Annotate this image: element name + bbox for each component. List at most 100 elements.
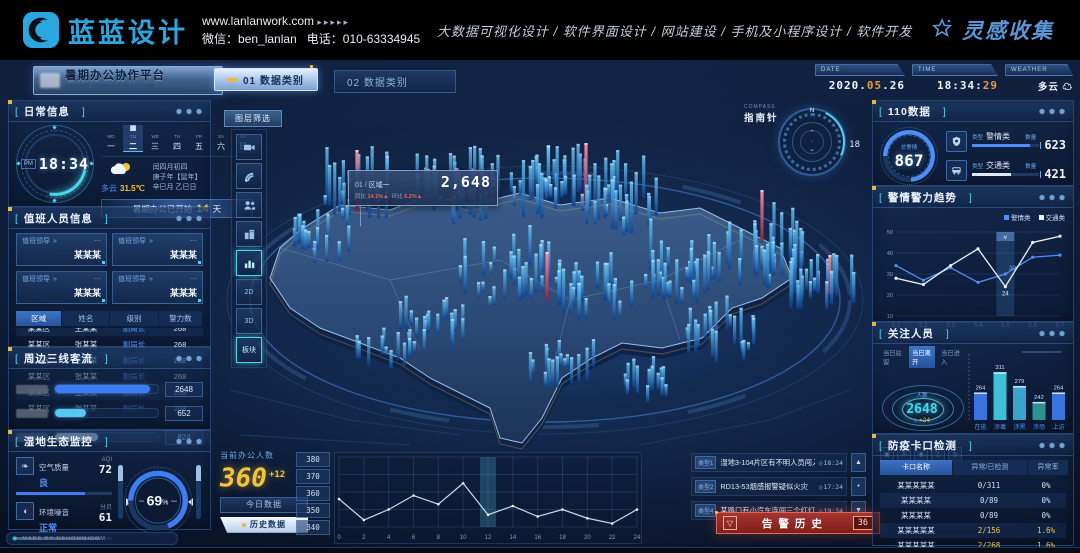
compass-dial[interactable]: N ⌃·⌄: [778, 108, 846, 176]
svg-text:10: 10: [887, 314, 893, 320]
svg-text:50: 50: [887, 230, 893, 236]
checkpoint-row[interactable]: 某某某某 0/89 0%: [880, 508, 1066, 523]
checkpoint-row[interactable]: 某某某某某 2/156 1.6%: [880, 523, 1066, 538]
checkpoint-row[interactable]: 某某某某某 0/311 0%: [880, 478, 1066, 493]
dashboard-title-plate: 暑期办公协作平台 SUMMER WORKING PLATFORM: [33, 66, 223, 95]
bus-icon: [946, 160, 967, 181]
focus-tab[interactable]: 当日驻留: [880, 346, 906, 368]
flow-value: 652: [165, 406, 203, 421]
legend-item[interactable]: 警情类: [1004, 212, 1031, 222]
star-icon: [929, 17, 955, 43]
svg-text:涉毒: 涉毒: [994, 423, 1006, 431]
layer-button-people[interactable]: [236, 192, 262, 218]
leaf-icon: ❧: [16, 457, 34, 475]
checkpoint-table: 卡口名称异常/已检测异常率 某某某某某 0/311 0% 某某某某 0/89 0…: [873, 456, 1073, 553]
time-seconds: 29: [983, 79, 998, 92]
corner-accent: [8, 100, 12, 104]
screenshot-root: { "header": { "logo": "蓝蓝设计", "website":…: [0, 0, 1080, 553]
panel-window-controls[interactable]: [1039, 330, 1067, 337]
svg-text:6: 6: [412, 535, 416, 541]
alarm-type-row: 类型交通类 数量 421: [946, 160, 1066, 181]
duty-card[interactable]: 值班领导»⋯ 某某某: [16, 271, 107, 304]
collect-label: 灵感收集: [962, 15, 1054, 45]
scroll-dot-button[interactable]: •: [851, 477, 866, 496]
panel-window-controls[interactable]: [1039, 194, 1067, 201]
corner-accent: [8, 207, 12, 211]
history-data-button[interactable]: 历史数据: [220, 517, 308, 533]
layer-filter-buttons: 2D 3D 板块: [231, 129, 267, 368]
slider-right[interactable]: [196, 465, 201, 519]
inspiration-collect[interactable]: 灵感收集: [929, 15, 1054, 45]
layer-button-building[interactable]: [236, 221, 262, 247]
weather-value: 多云: [1038, 82, 1059, 93]
alert-scroll-controls: ▲ • ▼: [851, 453, 866, 520]
noise-value: 61: [99, 511, 112, 524]
duty-card[interactable]: 值班领导»⋯ 某某某: [112, 233, 203, 266]
compass: COMPASS 指南针 N ⌃·⌄ 18: [744, 104, 860, 190]
svg-text:涉黑: 涉黑: [1013, 423, 1025, 431]
alarm-type-name: 警情类: [986, 131, 1010, 142]
clock-period: PM: [21, 159, 36, 169]
panel-window-controls[interactable]: [176, 215, 204, 222]
layer-button-2D[interactable]: 2D: [236, 279, 262, 305]
panel-window-controls[interactable]: [176, 355, 204, 362]
time-widget: TIME 18:34:29: [912, 64, 998, 94]
focus-count-label: 人数: [916, 393, 927, 399]
weather-block: 多云31.5℃: [101, 161, 145, 194]
trend-chart[interactable]: 5040302010∨30245.15.25.35.45.55.65.7: [873, 208, 1073, 340]
svg-text:20: 20: [887, 293, 893, 299]
duty-table-header: 区域姓名级别警力数: [16, 310, 203, 326]
warning-triangle-icon: ▽: [723, 516, 737, 530]
wechat-label: 微信：: [202, 32, 238, 46]
alarm-type-name: 交通类: [986, 160, 1010, 171]
duty-table-row[interactable]: 某某区王某某副局长268: [16, 328, 203, 336]
alert-row[interactable]: 类型1 湿地3-104片区有不明人员闯入 18:24: [691, 453, 847, 472]
alert-list: 类型1 湿地3-104片区有不明人员闯入 18:24 类型2 RD13-53烟感…: [691, 453, 847, 520]
focus-tab[interactable]: 当日进入: [938, 346, 964, 368]
svg-text:24: 24: [634, 535, 641, 541]
checkpoint-detected: 0/89: [952, 496, 1026, 505]
weather-widget: WEATHER 多云 ☁: [1005, 64, 1073, 94]
duty-name: 某某某: [22, 248, 101, 261]
svg-text:在逃: 在逃: [974, 423, 986, 431]
focus-tab[interactable]: 当日离开: [909, 346, 935, 368]
today-data-button[interactable]: 今日数据: [220, 497, 308, 513]
weekday-WE: WE三: [145, 125, 165, 152]
layer-button-板块[interactable]: 板块: [236, 337, 262, 363]
layer-button-3D[interactable]: 3D: [236, 308, 262, 334]
layer-button-chart[interactable]: [236, 250, 262, 276]
panel-window-controls[interactable]: [1039, 442, 1067, 449]
focus-podium: 人数 2648 ↑ +24: [880, 371, 964, 443]
panel-window-controls[interactable]: [176, 438, 204, 445]
alert-tag: 类型1: [695, 456, 716, 469]
svg-text:242: 242: [1034, 395, 1044, 401]
office-history-chart[interactable]: 024681012141618202224: [334, 452, 642, 549]
checkpoint-row[interactable]: 某某某某 0/89 0%: [880, 493, 1066, 508]
scroll-up-button[interactable]: ▲: [851, 453, 866, 472]
panel-window-controls[interactable]: [176, 108, 204, 115]
checkpoint-rate: 0%: [1026, 496, 1066, 505]
layer-button-camera[interactable]: [236, 134, 262, 160]
slider-left[interactable]: [118, 465, 123, 519]
weekday-TU: ▦TU二: [123, 125, 143, 152]
alert-history-label: 告警历史: [737, 516, 853, 531]
duty-card[interactable]: 值班领导»⋯ 某某某: [16, 233, 107, 266]
panel-window-controls[interactable]: [1039, 108, 1067, 115]
layer-button-signal[interactable]: [236, 163, 262, 189]
credit-bar: MADE BY NEHOMMICOM: [6, 532, 178, 545]
legend-item[interactable]: 交通类: [1039, 212, 1066, 222]
alert-row[interactable]: 类型2 RD13-53烟感报警疑似火灾 17:24: [691, 477, 847, 496]
alert-history-banner[interactable]: ▽ 告警历史 36: [716, 512, 880, 534]
svg-text:40: 40: [887, 251, 893, 257]
checkpoint-name: 某某某某: [880, 495, 952, 506]
cloud-icon: ☁: [1062, 82, 1073, 93]
phone-number: 010-63334945: [343, 32, 420, 46]
brand-logo[interactable]: 蓝蓝设计: [22, 11, 188, 50]
corner-accent: [872, 322, 876, 326]
duty-card[interactable]: 值班领导»⋯ 某某某: [112, 271, 203, 304]
temperature: 31.5℃: [120, 184, 145, 193]
panel-title: 110数据: [879, 104, 947, 119]
svg-text:20: 20: [584, 535, 591, 541]
website-link[interactable]: www.lanlanwork.com: [202, 14, 314, 28]
svg-text:∨: ∨: [1003, 235, 1007, 241]
